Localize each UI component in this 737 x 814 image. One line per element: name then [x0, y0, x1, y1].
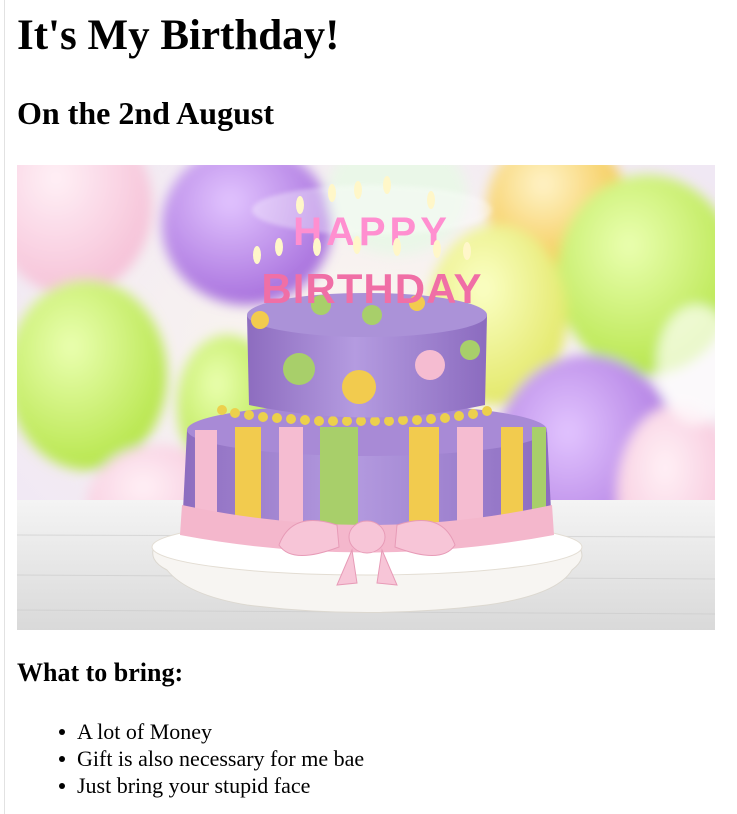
birthday-cake-image: HAPPY BIRTHDAY — [17, 165, 715, 630]
page-left-border — [4, 0, 5, 814]
page-title: It's My Birthday! — [17, 12, 340, 59]
bring-item-gift: Gift is also necessary for me bae — [58, 746, 365, 771]
page-subtitle: On the 2nd August — [17, 95, 274, 131]
bring-item-money: A lot of Money — [58, 718, 364, 745]
bring-list: A lot of Money Gift is also necessary fo… — [17, 718, 364, 799]
bring-item-face: Just bring your stupid face — [58, 772, 364, 799]
candles-birthday-text: BIRTHDAY — [261, 265, 482, 312]
what-to-bring-heading: What to bring: — [17, 658, 184, 687]
